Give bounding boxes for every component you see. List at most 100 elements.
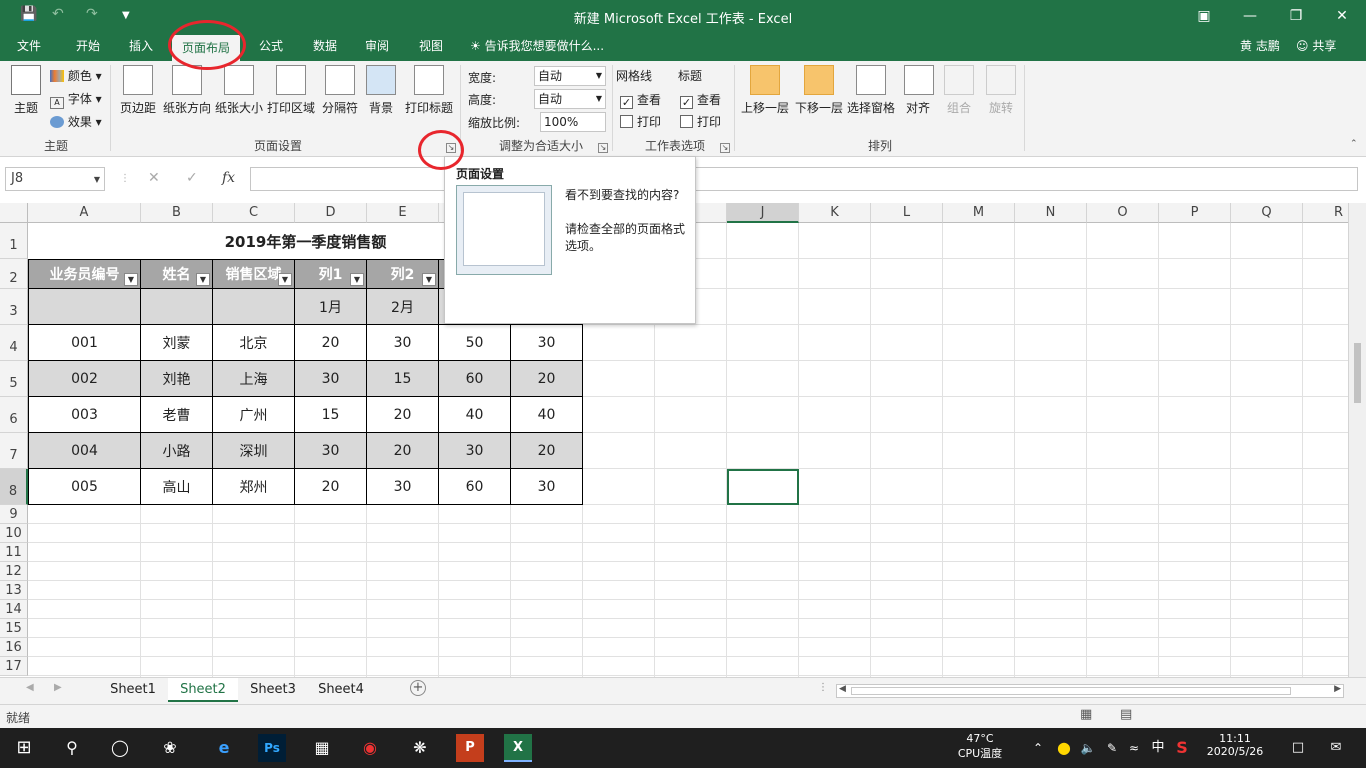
- filter-dropdown-icon[interactable]: ▼: [422, 273, 436, 286]
- edge-browser-icon[interactable]: e: [210, 734, 238, 762]
- table-cell[interactable]: 003: [28, 397, 141, 433]
- align-button[interactable]: 对齐: [904, 65, 934, 116]
- table-cell[interactable]: 30: [511, 325, 583, 361]
- table-cell[interactable]: 30: [367, 469, 439, 505]
- column-header[interactable]: D: [295, 203, 367, 223]
- size-button[interactable]: 纸张大小: [214, 65, 264, 116]
- table-cell[interactable]: 60: [439, 361, 511, 397]
- row-header[interactable]: 14: [0, 600, 28, 619]
- row-header[interactable]: 6: [0, 397, 28, 433]
- row-header[interactable]: 3: [0, 289, 28, 325]
- name-box[interactable]: J8 ▼: [5, 167, 105, 191]
- table-cell[interactable]: 40: [439, 397, 511, 433]
- scroll-right-icon[interactable]: ▶: [1334, 684, 1341, 694]
- table-subheader-cell[interactable]: 2月: [367, 289, 439, 325]
- column-header[interactable]: B: [141, 203, 213, 223]
- music-app-icon[interactable]: ◉: [356, 734, 384, 762]
- filter-dropdown-icon[interactable]: ▼: [278, 273, 292, 286]
- scroll-left-icon[interactable]: ◀: [26, 682, 34, 693]
- show-hidden-icons-icon[interactable]: ⌃: [1024, 734, 1052, 762]
- column-header[interactable]: C: [213, 203, 295, 223]
- enter-icon[interactable]: ✓: [186, 170, 198, 186]
- paint-app-icon[interactable]: ❋: [406, 734, 434, 762]
- table-cell[interactable]: 50: [439, 325, 511, 361]
- add-sheet-icon[interactable]: +: [410, 680, 426, 696]
- table-cell[interactable]: 15: [367, 361, 439, 397]
- scroll-left-icon[interactable]: ◀: [839, 684, 846, 694]
- table-cell[interactable]: 60: [439, 469, 511, 505]
- scale-launcher-icon[interactable]: ↘: [598, 143, 608, 153]
- effects-button[interactable]: 效果 ▾: [50, 113, 102, 130]
- tab-review[interactable]: 审阅: [354, 32, 400, 61]
- table-cell[interactable]: 20: [511, 361, 583, 397]
- sogou-ime-icon[interactable]: S: [1168, 734, 1196, 762]
- table-cell[interactable]: 005: [28, 469, 141, 505]
- row-header[interactable]: 13: [0, 581, 28, 600]
- row-header[interactable]: 7: [0, 433, 28, 469]
- powerpoint-icon[interactable]: P: [456, 734, 484, 762]
- column-header[interactable]: N: [1015, 203, 1087, 223]
- page-layout-view-icon[interactable]: ▤: [1120, 707, 1132, 722]
- row-header[interactable]: 15: [0, 619, 28, 638]
- column-header[interactable]: J: [727, 203, 799, 223]
- excel-taskbar-icon[interactable]: X: [504, 734, 532, 762]
- notification-icon[interactable]: □: [1284, 734, 1312, 762]
- tab-formulas[interactable]: 公式: [248, 32, 294, 61]
- table-cell[interactable]: 老曹: [141, 397, 213, 433]
- headings-print-checkbox[interactable]: 打印: [680, 113, 721, 130]
- table-cell[interactable]: 20: [295, 469, 367, 505]
- themes-button[interactable]: 主题: [8, 65, 44, 116]
- task-view-icon[interactable]: ◯: [106, 734, 134, 762]
- sheet-tab-sheet2[interactable]: Sheet2: [168, 678, 238, 702]
- column-header[interactable]: L: [871, 203, 943, 223]
- photoshop-icon[interactable]: Ps: [258, 734, 286, 762]
- height-dropdown[interactable]: 自动 ▼: [534, 89, 606, 109]
- table-cell[interactable]: 上海: [213, 361, 295, 397]
- table-subheader-cell[interactable]: [28, 289, 141, 325]
- orientation-button[interactable]: 纸张方向: [162, 65, 212, 116]
- table-cell[interactable]: 20: [295, 325, 367, 361]
- table-subheader-cell[interactable]: [141, 289, 213, 325]
- row-header[interactable]: 5: [0, 361, 28, 397]
- table-cell[interactable]: 郑州: [213, 469, 295, 505]
- cancel-icon[interactable]: ✕: [148, 170, 160, 186]
- calculator-icon[interactable]: ▦: [308, 734, 336, 762]
- ribbon-display-icon[interactable]: ▣: [1184, 4, 1224, 28]
- tab-insert[interactable]: 插入: [118, 32, 164, 61]
- table-cell[interactable]: 15: [295, 397, 367, 433]
- row-header[interactable]: 9: [0, 505, 28, 524]
- table-cell[interactable]: 20: [367, 397, 439, 433]
- table-cell[interactable]: 20: [367, 433, 439, 469]
- chat-icon[interactable]: ✉: [1322, 734, 1350, 762]
- column-header[interactable]: Q: [1231, 203, 1303, 223]
- table-cell[interactable]: 刘蒙: [141, 325, 213, 361]
- sheet-tab-sheet3[interactable]: Sheet3: [240, 678, 306, 702]
- insert-function-icon[interactable]: fx: [222, 170, 235, 186]
- row-header[interactable]: 2: [0, 259, 28, 289]
- table-cell[interactable]: 刘艳: [141, 361, 213, 397]
- table-cell[interactable]: 小路: [141, 433, 213, 469]
- tell-me-search[interactable]: ☀ 告诉我您想要做什么...: [470, 32, 604, 61]
- row-header[interactable]: 4: [0, 325, 28, 361]
- rotate-button[interactable]: 旋转: [986, 65, 1016, 116]
- table-cell[interactable]: 30: [511, 469, 583, 505]
- table-header-cell[interactable]: 列1 ▼: [295, 259, 367, 289]
- windows-start-icon[interactable]: ⊞: [10, 734, 38, 762]
- table-cell[interactable]: 20: [511, 433, 583, 469]
- row-header[interactable]: 8: [0, 469, 28, 505]
- table-subheader-cell[interactable]: [213, 289, 295, 325]
- table-cell[interactable]: 001: [28, 325, 141, 361]
- table-cell[interactable]: 30: [367, 325, 439, 361]
- column-header[interactable]: R: [1303, 203, 1348, 223]
- maximize-button[interactable]: ❐: [1276, 4, 1316, 28]
- active-cell-j8[interactable]: [727, 469, 799, 505]
- print-titles-button[interactable]: 打印标题: [404, 65, 454, 116]
- table-cell[interactable]: 002: [28, 361, 141, 397]
- row-header[interactable]: 12: [0, 562, 28, 581]
- sheet-tab-sheet4[interactable]: Sheet4: [308, 678, 374, 702]
- group-button[interactable]: 组合: [944, 65, 974, 116]
- cpu-temp-widget[interactable]: 47°C CPU温度: [940, 732, 1020, 761]
- table-cell[interactable]: 深圳: [213, 433, 295, 469]
- search-icon[interactable]: ⚲: [58, 734, 86, 762]
- user-name[interactable]: 黄 志鹏: [1240, 32, 1280, 61]
